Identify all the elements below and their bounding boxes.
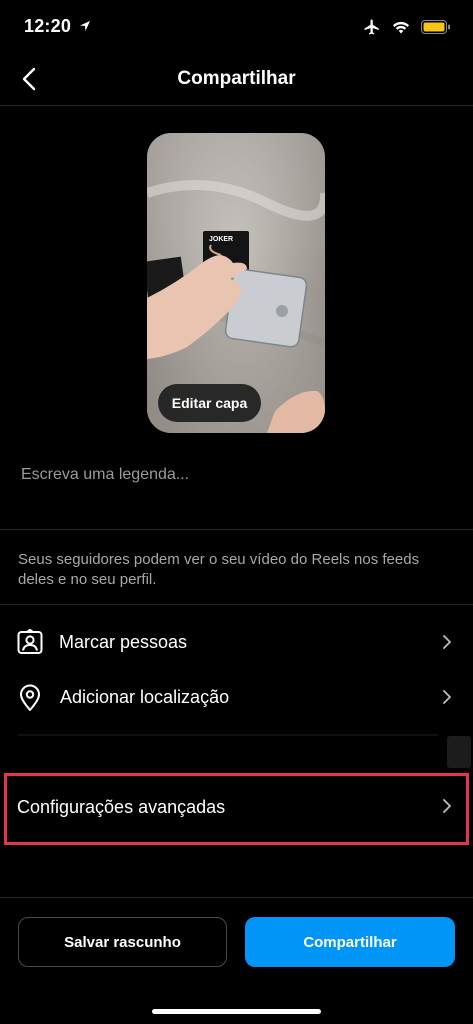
save-draft-button[interactable]: Salvar rascunho <box>18 917 227 967</box>
tag-people-label: Marcar pessoas <box>59 632 188 652</box>
status-time: 12:20 <box>24 16 91 37</box>
caption-divider <box>0 529 473 530</box>
advanced-settings-row[interactable]: Configurações avançadas <box>8 778 466 840</box>
tag-person-icon <box>17 629 43 654</box>
chevron-right-icon <box>443 690 451 704</box>
tag-people-row[interactable]: Marcar pessoas <box>0 616 473 668</box>
page-title: Compartilhar <box>177 68 296 89</box>
reels-visibility-info: Seus seguidores podem ver o seu vídeo do… <box>18 551 420 588</box>
battery-icon <box>421 20 450 34</box>
advanced-settings-label: Configurações avançadas <box>17 797 226 817</box>
video-preview[interactable]: JOKER Editar capa <box>147 133 325 433</box>
home-indicator <box>152 1009 321 1014</box>
add-location-row[interactable]: Adicionar localização <box>0 671 473 723</box>
edit-cover-button[interactable]: Editar capa <box>158 384 261 422</box>
card-text: JOKER <box>209 236 233 243</box>
header-divider <box>0 105 473 106</box>
chevron-right-icon <box>443 635 451 649</box>
add-location-label: Adicionar localização <box>60 687 230 707</box>
location-pin-icon <box>20 684 40 711</box>
wifi-icon <box>393 21 409 34</box>
status-time-text: 12:20 <box>24 16 72 36</box>
caption-input[interactable]: Escreva uma legenda... <box>21 466 189 484</box>
share-button[interactable]: Compartilhar <box>245 917 455 967</box>
location-suggestions-strip <box>18 734 438 736</box>
location-suggestion-chip[interactable] <box>447 736 471 768</box>
chevron-right-icon <box>443 799 451 813</box>
info-divider <box>0 604 473 605</box>
location-arrow-icon <box>80 21 91 31</box>
status-icons <box>363 18 451 36</box>
footer-divider <box>0 897 473 898</box>
airplane-icon <box>364 19 379 35</box>
